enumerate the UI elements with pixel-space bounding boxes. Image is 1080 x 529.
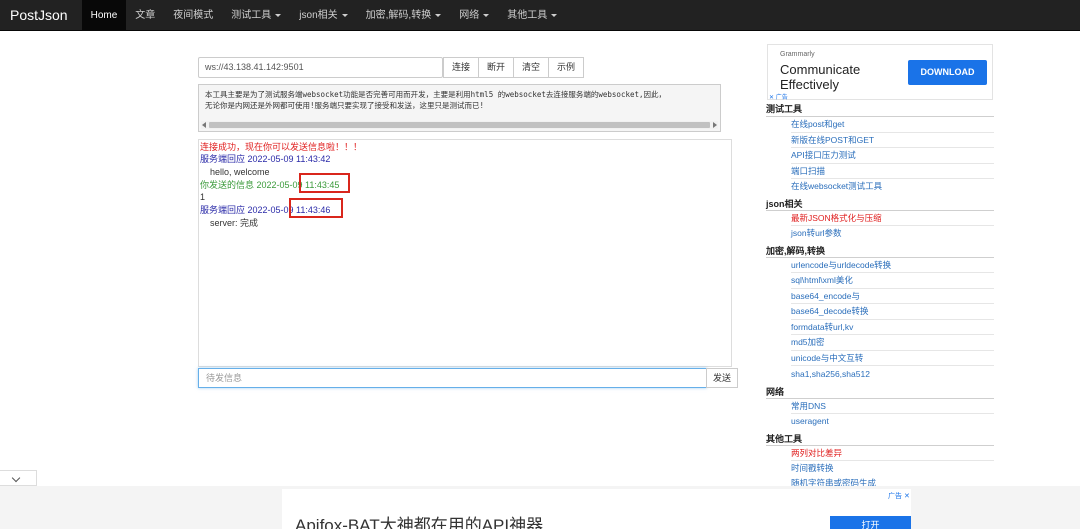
divider: [791, 303, 994, 304]
sidebar-section-network: 网络: [766, 387, 785, 397]
ws-url-input[interactable]: ws://43.138.41.142:9501: [198, 57, 443, 78]
sidebar-link[interactable]: formdata转url,kv: [791, 321, 853, 333]
divider: [791, 365, 994, 366]
sidebar-section-json: json相关: [766, 199, 803, 209]
bottom-ad-open-button[interactable]: 打开: [830, 516, 911, 529]
sidebar-link[interactable]: 最新JSON格式化与压缩: [791, 212, 882, 224]
sidebar-link[interactable]: base64_decode转换: [791, 305, 869, 317]
description-line-1: 本工具主要是为了测试服务端websocket功能是否完善可用而开发，主要是利用h…: [205, 90, 667, 99]
sidebar-link[interactable]: API接口压力测试: [791, 149, 856, 161]
sidebar-link[interactable]: sql\html\xml美化: [791, 274, 853, 286]
sent-message-body: 1: [200, 192, 206, 202]
sidebar-link[interactable]: 在线post和get: [791, 118, 844, 130]
nav-other-tools-label: 其他工具: [507, 9, 548, 21]
ad-brand: Grammarly: [780, 51, 815, 58]
disconnect-button[interactable]: 断开: [478, 57, 515, 78]
divider: [766, 398, 994, 399]
divider: [791, 225, 994, 226]
top-navbar: PostJson Home 文章 夜间模式 测试工具 json相关 加密,解码,…: [0, 0, 1080, 31]
nav-network[interactable]: 网络: [450, 0, 498, 31]
nav-articles[interactable]: 文章: [126, 0, 164, 31]
clear-button[interactable]: 清空: [513, 57, 550, 78]
sidebar-link[interactable]: base64_encode与: [791, 290, 860, 302]
caret-down-icon: [275, 13, 282, 17]
divider: [791, 413, 994, 414]
ad-download-button[interactable]: DOWNLOAD: [908, 60, 987, 85]
divider: [791, 288, 994, 289]
ad-headline-line-2: Effectively: [780, 77, 840, 92]
nav-encode[interactable]: 加密,解码,转换: [357, 0, 451, 31]
message-log: 连接成功，现在你可以发送信息啦！！！ 服务端回应 2022-05-09 11:4…: [198, 139, 732, 367]
caret-down-icon: [483, 13, 490, 17]
sidebar-section-test-tools: 测试工具: [766, 104, 803, 114]
description-line-2: 无论你是内网还是外网都可使用!服务端只要实现了接受和发送，这里只是测试而已!: [205, 101, 485, 110]
sidebar-link[interactable]: 端口扫描: [791, 165, 825, 177]
divider: [766, 116, 994, 117]
sidebar-link[interactable]: md5加密: [791, 336, 825, 348]
scroll-right-icon[interactable]: [713, 122, 717, 128]
sidebar-link[interactable]: sha1,sha256,sha512: [791, 368, 870, 380]
sidebar-link[interactable]: 常用DNS: [791, 400, 826, 412]
highlight-annotation: [299, 173, 350, 193]
nav-night-mode[interactable]: 夜间模式: [164, 0, 222, 31]
divider: [791, 334, 994, 335]
caret-down-icon: [551, 13, 558, 17]
divider: [791, 460, 994, 461]
ad-collapse-toggle[interactable]: [0, 470, 37, 486]
divider: [791, 147, 994, 148]
bottom-ad-close-mark[interactable]: 广告 ✕: [888, 491, 910, 501]
connect-button[interactable]: 连接: [443, 57, 480, 78]
sidebar-section-encode: 加密,解码,转换: [766, 246, 826, 256]
tool-description: 本工具主要是为了测试服务端websocket功能是否完善可用而开发，主要是利用h…: [198, 84, 721, 132]
bottom-ad-title: Apifox-BAT大神都在用的API神器: [295, 516, 544, 529]
nav-other-tools[interactable]: 其他工具: [498, 0, 566, 31]
divider: [766, 210, 994, 211]
nav-test-tools[interactable]: 测试工具: [222, 0, 290, 31]
sidebar-link[interactable]: urlencode与urldecode转换: [791, 259, 891, 271]
apifox-ad[interactable]: Apifox-BAT大神都在用的API神器 打开 广告 ✕: [282, 489, 911, 529]
ad-headline: Communicate Effectively: [780, 62, 860, 92]
divider: [791, 319, 994, 320]
divider: [791, 132, 994, 133]
horizontal-scrollbar[interactable]: [201, 121, 718, 129]
send-button[interactable]: 发送: [706, 368, 738, 388]
server-response-body: hello, welcome: [210, 167, 270, 177]
ad-close-mark[interactable]: ✕ 广告: [769, 92, 788, 101]
grammarly-ad[interactable]: Grammarly Communicate Effectively DOWNLO…: [767, 44, 993, 100]
scrollbar-thumb[interactable]: [209, 122, 710, 128]
connected-message: 连接成功，现在你可以发送信息啦！！！: [200, 142, 363, 152]
chevron-down-icon: [11, 473, 21, 483]
sidebar-link[interactable]: useragent: [791, 415, 829, 427]
sidebar-section-other: 其他工具: [766, 434, 803, 444]
ws-button-group: 连接 断开 清空 示例: [443, 57, 585, 78]
nav-test-tools-label: 测试工具: [231, 9, 272, 21]
highlight-annotation: [289, 198, 343, 218]
nav-encode-label: 加密,解码,转换: [365, 9, 432, 21]
sidebar-link[interactable]: 新版在线POST和GET: [791, 134, 874, 146]
caret-down-icon: [435, 13, 442, 17]
server-response-header: 服务端回应 2022-05-09 11:43:42: [200, 154, 331, 164]
divider: [791, 178, 994, 179]
nav-home[interactable]: Home: [81, 0, 127, 31]
sidebar-link[interactable]: 时间戳转换: [791, 462, 834, 474]
caret-down-icon: [341, 13, 348, 17]
scroll-left-icon[interactable]: [202, 122, 206, 128]
brand-logo[interactable]: PostJson: [0, 0, 82, 31]
divider: [791, 272, 994, 273]
sidebar-link[interactable]: json转url参数: [791, 227, 842, 239]
nav-json-label: json相关: [299, 9, 338, 21]
sidebar-link[interactable]: 两列对比差异: [791, 447, 842, 459]
ad-headline-line-1: Communicate: [780, 62, 861, 77]
divider: [766, 257, 994, 258]
sidebar-link[interactable]: unicode与中文互转: [791, 352, 863, 364]
nav-json[interactable]: json相关: [290, 0, 356, 31]
divider: [766, 445, 994, 446]
example-button[interactable]: 示例: [548, 57, 585, 78]
sidebar-link[interactable]: 在线websocket测试工具: [791, 180, 882, 192]
divider: [791, 350, 994, 351]
server-response-body: server: 完成: [210, 218, 259, 228]
message-input[interactable]: 待发信息: [198, 368, 707, 388]
divider: [791, 163, 994, 164]
nav-network-label: 网络: [459, 9, 480, 21]
